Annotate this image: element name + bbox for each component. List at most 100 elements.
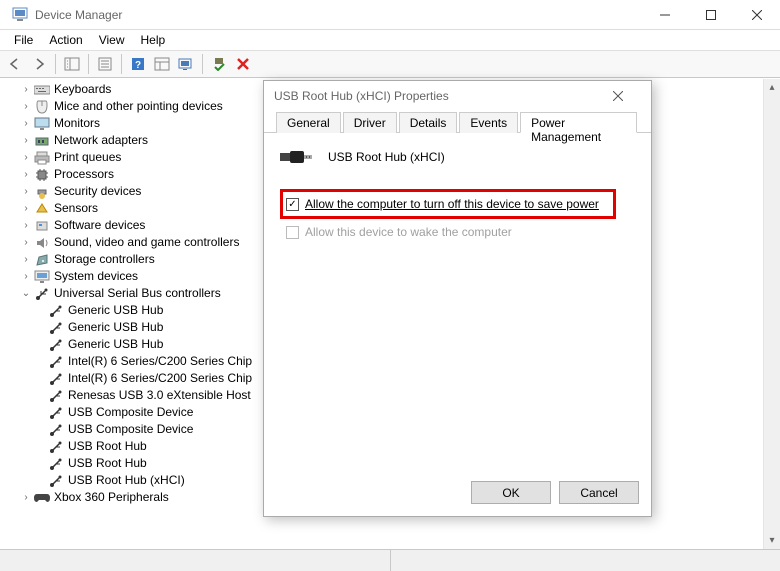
mouse-icon: [34, 99, 50, 115]
usb-icon: [48, 405, 64, 421]
tree-label: USB Root Hub (xHCI): [68, 472, 185, 489]
vertical-scrollbar[interactable]: ▴ ▾: [763, 79, 780, 549]
window-title: Device Manager: [35, 8, 642, 22]
checkbox-checked-icon[interactable]: ✓: [286, 198, 299, 211]
tree-label: USB Root Hub: [68, 455, 147, 472]
security-icon: [34, 184, 50, 200]
scan-hardware-button[interactable]: [175, 53, 197, 75]
tab-details[interactable]: Details: [399, 112, 458, 133]
tab-general[interactable]: General: [276, 112, 341, 133]
tree-label: Monitors: [54, 115, 100, 132]
tree-label: Network adapters: [54, 132, 148, 149]
dialog-tabs: General Driver Details Events Power Mana…: [264, 111, 651, 133]
close-button[interactable]: [734, 0, 780, 30]
toolbar: ?: [0, 50, 780, 78]
usb-icon: [48, 473, 64, 489]
allow-wake-checkbox-row: Allow this device to wake the computer: [286, 225, 635, 239]
chevron-right-icon: ›: [20, 149, 32, 166]
menu-action[interactable]: Action: [41, 31, 90, 49]
tree-label: Sensors: [54, 200, 98, 217]
allow-power-off-checkbox-row[interactable]: ✓ Allow the computer to turn off this de…: [286, 197, 599, 211]
usb-icon: [48, 422, 64, 438]
tree-label: Processors: [54, 166, 114, 183]
usb-icon: [48, 439, 64, 455]
properties-dialog: USB Root Hub (xHCI) Properties General D…: [263, 80, 652, 517]
controller-icon: [34, 490, 50, 506]
help-button[interactable]: ?: [127, 53, 149, 75]
tree-label: Universal Serial Bus controllers: [54, 285, 221, 302]
tree-label: Storage controllers: [54, 251, 155, 268]
sensor-icon: [34, 201, 50, 217]
checkbox-label: Allow this device to wake the computer: [305, 225, 512, 239]
chevron-right-icon: ›: [20, 234, 32, 251]
usb-plug-icon: [280, 147, 312, 167]
menu-help[interactable]: Help: [133, 31, 174, 49]
chevron-right-icon: ›: [20, 98, 32, 115]
show-hide-tree-button[interactable]: [61, 53, 83, 75]
usb-icon: [34, 286, 50, 302]
usb-icon: [48, 320, 64, 336]
system-icon: [34, 269, 50, 285]
properties-button[interactable]: [94, 53, 116, 75]
processor-icon: [34, 167, 50, 183]
chevron-right-icon: ›: [20, 268, 32, 285]
app-icon: [12, 7, 28, 23]
menu-file[interactable]: File: [6, 31, 41, 49]
usb-icon: [48, 371, 64, 387]
checkbox-label: Allow the computer to turn off this devi…: [305, 197, 599, 211]
sound-icon: [34, 235, 50, 251]
cancel-button[interactable]: Cancel: [559, 481, 639, 504]
network-icon: [34, 133, 50, 149]
printer-icon: [34, 150, 50, 166]
chevron-right-icon: ›: [20, 115, 32, 132]
menu-view[interactable]: View: [91, 31, 133, 49]
tab-driver[interactable]: Driver: [343, 112, 397, 133]
device-heading: USB Root Hub (xHCI): [280, 147, 635, 167]
forward-button[interactable]: [28, 53, 50, 75]
keyboard-icon: [34, 82, 50, 98]
software-icon: [34, 218, 50, 234]
back-button[interactable]: [4, 53, 26, 75]
tree-label: USB Root Hub: [68, 438, 147, 455]
tree-label: Intel(R) 6 Series/C200 Series Chip: [68, 370, 252, 387]
menu-bar: File Action View Help: [0, 30, 780, 50]
svg-text:?: ?: [135, 60, 141, 71]
usb-icon: [48, 337, 64, 353]
minimize-button[interactable]: [642, 0, 688, 30]
maximize-button[interactable]: [688, 0, 734, 30]
tree-label: Generic USB Hub: [68, 336, 163, 353]
usb-icon: [48, 388, 64, 404]
tree-label: Print queues: [54, 149, 121, 166]
usb-icon: [48, 303, 64, 319]
scroll-up-icon[interactable]: ▴: [764, 79, 780, 96]
tree-label: Keyboards: [54, 81, 111, 98]
dialog-title: USB Root Hub (xHCI) Properties: [274, 89, 449, 103]
dialog-close-button[interactable]: [613, 91, 641, 101]
checkbox-unchecked-icon: [286, 226, 299, 239]
chevron-right-icon: ›: [20, 166, 32, 183]
usb-icon: [48, 456, 64, 472]
tree-label: Software devices: [54, 217, 145, 234]
chevron-right-icon: ›: [20, 251, 32, 268]
scroll-down-icon[interactable]: ▾: [764, 532, 780, 549]
chevron-right-icon: ›: [20, 200, 32, 217]
monitor-icon: [34, 116, 50, 132]
tree-label: Intel(R) 6 Series/C200 Series Chip: [68, 353, 252, 370]
ok-button[interactable]: OK: [471, 481, 551, 504]
device-name: USB Root Hub (xHCI): [328, 150, 445, 164]
tab-events[interactable]: Events: [459, 112, 518, 133]
storage-icon: [34, 252, 50, 268]
show-hidden-button[interactable]: [151, 53, 173, 75]
tree-label: Generic USB Hub: [68, 319, 163, 336]
chevron-right-icon: ›: [20, 132, 32, 149]
status-bar: [0, 549, 780, 571]
tree-label: USB Composite Device: [68, 421, 193, 438]
enable-button[interactable]: [208, 53, 230, 75]
uninstall-button[interactable]: [232, 53, 254, 75]
tree-label: Mice and other pointing devices: [54, 98, 223, 115]
tree-label: Sound, video and game controllers: [54, 234, 239, 251]
tree-label: USB Composite Device: [68, 404, 193, 421]
tree-label: Renesas USB 3.0 eXtensible Host: [68, 387, 251, 404]
tree-label: Xbox 360 Peripherals: [54, 489, 169, 506]
tab-power-management[interactable]: Power Management: [520, 112, 637, 133]
